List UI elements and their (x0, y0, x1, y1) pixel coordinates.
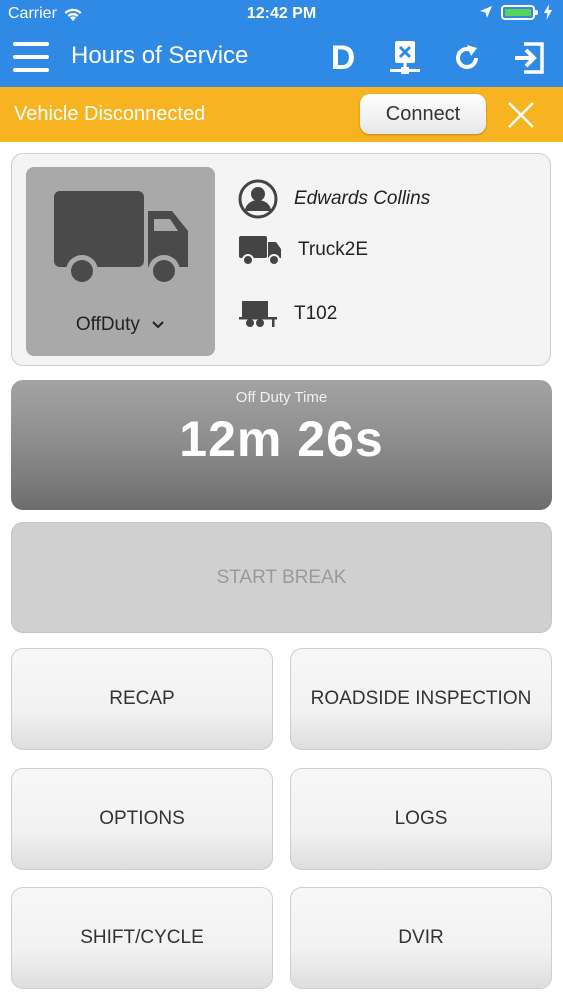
banner-message: Vehicle Disconnected (14, 103, 206, 125)
duty-status-label: OffDuty (26, 314, 215, 336)
truck-small-icon (239, 236, 281, 266)
close-icon (508, 102, 534, 128)
truck-row: Truck2E (238, 234, 368, 266)
driver-name: Edwards Collins (294, 188, 431, 209)
trailer-id: T102 (294, 303, 338, 324)
battery-tip (535, 9, 538, 15)
refresh-button[interactable] (447, 38, 487, 78)
menu-button[interactable] (13, 40, 49, 74)
duty-status-selector[interactable]: OffDuty (26, 167, 215, 356)
vehicle-disconnected-banner: Vehicle Disconnected Connect (0, 87, 563, 142)
options-button[interactable]: OPTIONS (11, 768, 273, 870)
banner-close-button[interactable] (506, 100, 536, 130)
battery-icon (501, 4, 538, 20)
page-title: Hours of Service (71, 42, 249, 69)
start-break-button[interactable]: START BREAK (11, 522, 552, 633)
connect-button[interactable]: Connect (360, 94, 486, 134)
status-bar-right (479, 4, 553, 20)
duty-status-text: OffDuty (75, 314, 140, 335)
logout-button[interactable] (509, 38, 549, 78)
driver-letter: D (330, 38, 356, 77)
app-bar-actions: D (323, 38, 549, 78)
connection-button[interactable] (385, 38, 425, 78)
status-bar: Carrier 12:42 PM (0, 0, 563, 28)
refresh-icon (456, 45, 478, 69)
logout-icon (515, 42, 544, 74)
dvir-button[interactable]: DVIR (290, 887, 552, 989)
user-avatar-icon (238, 179, 278, 219)
driver-status-button[interactable]: D (323, 38, 363, 78)
timer-value: 12m 26s (179, 411, 384, 467)
location-arrow-icon (480, 6, 492, 18)
chevron-down-icon (152, 321, 164, 329)
off-duty-timer: Off Duty Time 12m 26s (11, 380, 552, 510)
logs-button[interactable]: LOGS (290, 768, 552, 870)
app-bar: Hours of Service D (0, 28, 563, 87)
shift-cycle-button[interactable]: SHIFT/CYCLE (11, 887, 273, 989)
truck-id: Truck2E (298, 239, 369, 260)
recap-button[interactable]: RECAP (11, 648, 273, 750)
trailer-row: T102 (238, 299, 337, 329)
network-disconnected-icon (390, 41, 420, 74)
roadside-inspection-button[interactable]: ROADSIDE INSPECTION (290, 648, 552, 750)
trailer-icon (239, 301, 277, 327)
truck-icon (54, 191, 188, 287)
timer-label: Off Duty Time (235, 389, 328, 406)
driver-row: Edwards Collins (238, 179, 430, 219)
battery-level (505, 8, 531, 16)
driver-info-card: OffDuty Edwards Collins Truck2E T102 (11, 153, 551, 366)
charging-bolt-icon (544, 4, 552, 20)
